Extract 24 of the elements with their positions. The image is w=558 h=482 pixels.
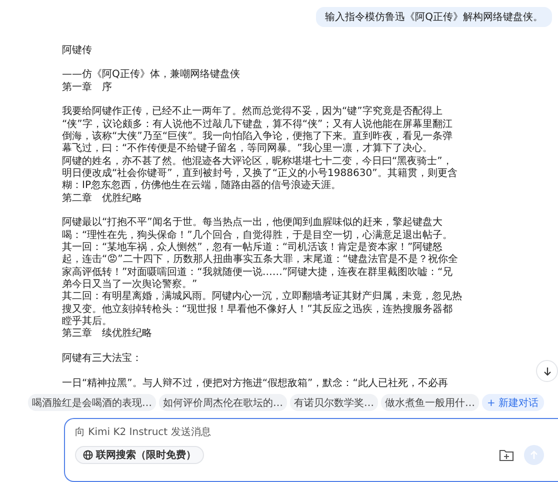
folder-plus-icon[interactable] (499, 448, 514, 462)
text-line: 阿键有三大法宝： (62, 353, 142, 366)
suggestion-chip[interactable]: 喝酒脸红是会喝酒的表现… (28, 394, 156, 411)
globe-icon (83, 450, 93, 460)
paragraph: 其一回：“某地车祸，众人恻然”，忽有一帖斥道：“司机活该！肯定是资本家！”阿键怒 起，连击“😡”二十四下，历数那人扭曲事实五条大罪，末尾道：“键盘法官是不是？祝你全 家高评低转！”对面嗫嚅回道：“我就随便一说……”阿键大捷，连夜在群里截图吹嘘：“兄 弟今日又当了一次舆论警察。” (62, 242, 458, 290)
story-title: 阿键传 (62, 44, 92, 58)
chapter-heading: 第二章 优胜纪略 (62, 192, 142, 206)
chapter-heading: 第一章 序 (62, 82, 112, 94)
text-line: ——仿《阿Q正传》体，兼嘲网络键盘侠 (62, 69, 240, 82)
new-chat-button[interactable]: + 新建对话 (482, 394, 544, 411)
user-message: 输入指令模仿鲁迅《阿Q正传》解构网络键盘侠。 (316, 7, 552, 27)
web-search-button[interactable]: 联网搜索（限时免费） (75, 446, 204, 464)
paragraph: 阿键最以“打抱不平”闻名于世。每当热点一出，他便闻到血腥味似的赶来，擎起键盘大 喝：“理性在先，狗头保命！”几个回合，自觉得胜，于是目空一切，心满意足退出帖子。 (62, 217, 452, 242)
up-arrow-icon (529, 450, 539, 460)
down-arrow-icon (542, 366, 552, 376)
suggestion-chip[interactable]: 有诺贝尔数学奖… (290, 394, 378, 411)
suggestion-chip[interactable]: 做水煮鱼一般用什… (381, 394, 479, 411)
paragraph: 其二回：有明星离婚，满城风雨。阿键内心一沉，立即翻墙考证其财产归属，未竟，忽见热 搜又变。他立刻掉转枪头：“现世报！早看他不像好人！”其反应之迅疾，连热搜服务器都 瞠乎其后。 (62, 291, 462, 328)
suggestion-chip[interactable]: 如何评价周杰伦在歌坛的… (159, 394, 287, 411)
text-line: 一日“精神拉黑”。与人辩不过，便把对方拖进“假想敌箱”，默念：“此人已社死，不必再 (62, 378, 448, 390)
paragraph: 我要给阿键作正传，已经不止一两年了。然而总觉得不妥，因为“键”字究竟是否配得上 “侠”字，议论颇多：有人说他不过敲几下键盘，算不得“侠”；又有人说他能在屏幕里翻江 倒海，该称“大侠”乃至“巨侠”。我一向怕陷入争论，便拖了下来。直到昨夜，看见一条弹 幕飞过，曰：“不作传便是不给键子留名，等同网暴。”我心里一凛，才算下了决心。 (62, 106, 453, 156)
paragraph: 阿键的姓名，亦不甚了然。他混迹各大评论区，昵称堪堪七十二变，今日曰“黑夜骑士”， 明日便改成“社会你键哥”，直到被封号，又换了“正义的小号1988630”。其籍贯，则更含 糊：IP忽东忽西，仿佛他生在云端，随路由器的信号浪迹天涯。 (62, 156, 458, 192)
chapter-heading: 第三章 续优胜纪略 (62, 328, 152, 341)
scroll-down-button[interactable] (536, 360, 558, 382)
